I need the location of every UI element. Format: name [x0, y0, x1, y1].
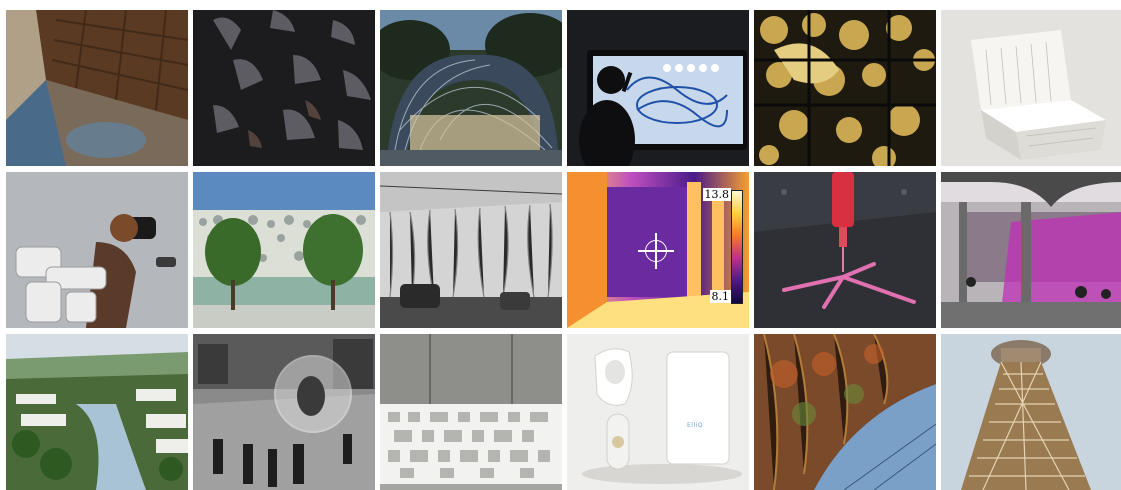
thermal-color-scale	[731, 190, 743, 304]
riverside-green-city-photo	[6, 334, 188, 490]
drawing-screen-photo	[567, 10, 749, 166]
painted-market-hall-photo	[754, 334, 936, 490]
gallery-tile[interactable]	[754, 10, 936, 166]
gallery-tile[interactable]	[754, 172, 936, 328]
white-lattice-screen-photo	[380, 334, 562, 490]
gallery-tile[interactable]	[380, 334, 562, 490]
transparent-bubble-street-photo	[193, 334, 375, 490]
gallery-tile[interactable]	[6, 10, 188, 166]
image-gallery-grid: 13.8 8.1 ElliQ	[6, 10, 1121, 490]
gallery-tile[interactable]	[941, 10, 1121, 166]
magenta-courtyard-photo	[941, 172, 1121, 328]
gallery-tile[interactable]	[754, 334, 936, 490]
brass-instruments-wall-photo	[754, 10, 936, 166]
perforated-building-facade-photo	[193, 172, 375, 328]
ornate-ceiling-photo	[6, 10, 188, 166]
gallery-tile[interactable]	[941, 172, 1121, 328]
wrapped-buildings-street-photo	[380, 172, 562, 328]
lattice-tower-photo	[941, 334, 1121, 490]
robot-screen-text: ElliQ	[687, 422, 704, 429]
gallery-tile[interactable]	[193, 334, 375, 490]
gallery-tile[interactable]	[567, 10, 749, 166]
gallery-tile[interactable]	[380, 10, 562, 166]
companion-robot-photo	[567, 334, 749, 490]
thermal-min-label: 8.1	[709, 290, 731, 303]
printed-white-chair-photo	[941, 10, 1121, 166]
crosshair-icon	[638, 233, 674, 269]
gallery-tile[interactable]	[193, 172, 375, 328]
pink-printing-arm-photo	[754, 172, 936, 328]
gallery-tile[interactable]	[941, 334, 1121, 490]
perforated-black-material-photo	[193, 10, 375, 166]
woven-arch-pavilion-photo	[380, 10, 562, 166]
gallery-tile[interactable]: 13.8 8.1	[567, 172, 749, 328]
thermal-max-label: 13.8	[702, 188, 731, 201]
gallery-tile[interactable]: ElliQ	[567, 334, 749, 490]
gallery-tile[interactable]	[193, 10, 375, 166]
gallery-tile[interactable]	[6, 334, 188, 490]
vr-exoskeleton-photo	[6, 172, 188, 328]
gallery-tile[interactable]	[6, 172, 188, 328]
gallery-tile[interactable]	[380, 172, 562, 328]
